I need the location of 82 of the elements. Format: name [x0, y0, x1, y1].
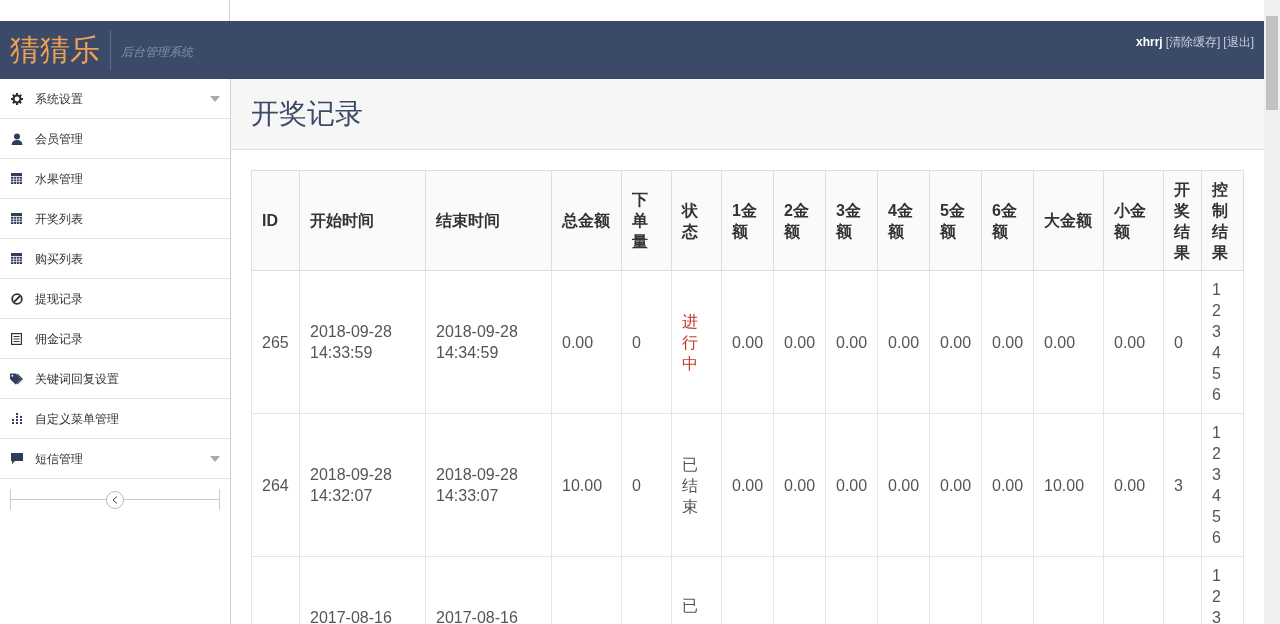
cell-text: 0.00	[732, 475, 763, 496]
cell-text: 3	[1174, 475, 1184, 496]
calendar-icon	[11, 253, 22, 264]
sidebar-item[interactable]: 关键词回复设置	[0, 359, 230, 399]
sidebar-item[interactable]: 水果管理	[0, 159, 230, 199]
column-header: 1金额	[721, 170, 774, 271]
tags-icon	[10, 372, 23, 385]
cell-text: 0	[632, 332, 642, 353]
column-header: 状态	[671, 170, 722, 271]
scrollbar[interactable]	[1264, 0, 1280, 624]
sidebar-item[interactable]: 开奖列表	[0, 199, 230, 239]
sidebar-item[interactable]: 短信管理	[0, 439, 230, 479]
cell-text: 0.00	[1114, 475, 1147, 496]
cell-text: 0.00	[940, 475, 971, 496]
column-header: 开奖结果	[1163, 170, 1202, 271]
column-header: 总金额	[551, 170, 622, 271]
status-text: 已结束	[682, 454, 699, 517]
column-header: 开始时间	[299, 170, 426, 271]
cell-text: 0.00	[562, 332, 595, 353]
gear-icon	[10, 92, 23, 105]
cell-text: 0.00	[992, 332, 1023, 353]
sidebar-item[interactable]: 会员管理	[0, 119, 230, 159]
chevron-left-icon	[112, 496, 118, 504]
cell-text: 0.00	[836, 332, 867, 353]
cell-text: 2017-08-16	[310, 608, 393, 624]
cell-text: 2018-09-28 14:33:59	[310, 322, 393, 363]
calendar-icon	[11, 213, 22, 224]
cell-text: 0.00	[888, 475, 919, 496]
cell-text: 10.00	[562, 475, 604, 496]
cell-text: 1 2 3	[1212, 566, 1222, 624]
column-header: 6金额	[981, 170, 1034, 271]
calendar-icon	[11, 173, 22, 184]
column-header: 5金额	[929, 170, 982, 271]
column-header: 下单量	[621, 170, 672, 271]
cell-text: 264	[262, 475, 289, 496]
cell-text: 0.00	[1044, 332, 1077, 353]
page-title: 开奖记录	[251, 97, 363, 131]
sidebar-item[interactable]: 系统设置	[0, 79, 230, 119]
header-link[interactable]: [退出]	[1223, 33, 1254, 51]
column-header: 3金额	[825, 170, 878, 271]
column-header: 2金额	[773, 170, 826, 271]
cell-text: 0.00	[784, 475, 815, 496]
cell-text: 2017-08-16	[436, 608, 519, 624]
cell-text: 1 2 3 4 5 6	[1212, 280, 1222, 405]
cell-text: 2018-09-28 14:32:07	[310, 465, 393, 506]
cell-text: 2018-09-28 14:33:07	[436, 465, 519, 506]
collapse-button[interactable]	[106, 491, 124, 509]
column-header: 控制结果	[1201, 170, 1244, 271]
cell-text: 0.00	[992, 475, 1023, 496]
cell-text: 265	[262, 332, 289, 353]
cell-text: 1 2 3 4 5 6	[1212, 423, 1222, 548]
grid-icon	[10, 413, 23, 424]
sidebar-item[interactable]: 购买列表	[0, 239, 230, 279]
ban-icon	[10, 292, 23, 305]
cell-text: 2018-09-28 14:34:59	[436, 322, 519, 363]
sidebar-item[interactable]: 自定义菜单管理	[0, 399, 230, 439]
comment-icon	[10, 452, 23, 465]
username: xhrrj	[1135, 34, 1163, 51]
column-header: 大金额	[1033, 170, 1104, 271]
cell-text: 0.00	[784, 332, 815, 353]
cell-text: 0	[1174, 332, 1184, 353]
column-header: 结束时间	[425, 170, 552, 271]
sidebar-item[interactable]: 佣金记录	[0, 319, 230, 359]
column-header: ID	[251, 170, 300, 271]
status-text: 进行中	[682, 311, 699, 374]
logo-text: 猜猜乐	[10, 35, 100, 65]
cell-text: 10.00	[1044, 475, 1086, 496]
scrollbar-thumb[interactable]	[1266, 16, 1278, 110]
sidebar-item[interactable]: 提现记录	[0, 279, 230, 319]
subtitle: 后台管理系统	[121, 44, 193, 61]
header-link[interactable]: [清除缓存]	[1165, 33, 1221, 51]
status-text: 已	[682, 596, 699, 616]
list-icon	[11, 332, 22, 345]
cell-text: 0	[632, 475, 642, 496]
cell-text: 0.00	[940, 332, 971, 353]
cell-text: 0.00	[888, 332, 919, 353]
cell-text: 0.00	[732, 332, 763, 353]
user-icon	[10, 132, 23, 145]
column-header: 4金额	[877, 170, 930, 271]
column-header: 小金额	[1103, 170, 1164, 271]
cell-text: 0.00	[836, 475, 867, 496]
cell-text: 0.00	[1114, 332, 1147, 353]
